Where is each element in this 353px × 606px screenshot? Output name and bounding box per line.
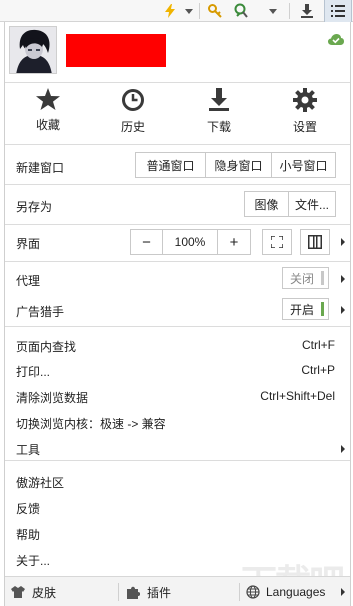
switch-kernel-item[interactable]: 切换浏览内核：极速 -> 兼容	[16, 415, 166, 432]
ad-killer-state: 开启	[289, 302, 314, 317]
globe-icon	[246, 585, 260, 599]
tools-item[interactable]: 工具	[16, 441, 40, 458]
toggle-indicator	[321, 302, 324, 316]
plugins-button[interactable]: 插件	[127, 577, 171, 606]
bottom-bar: 皮肤 插件 Languages	[5, 576, 350, 606]
find-shortcut: Ctrl+F	[302, 338, 335, 352]
zoom-out-button[interactable]: −	[131, 230, 163, 254]
downloads-button[interactable]: 下载	[191, 88, 247, 138]
community-item[interactable]: 傲游社区	[16, 474, 64, 491]
print-item[interactable]: 打印...	[16, 363, 50, 380]
magnifier-icon[interactable]	[230, 0, 252, 22]
toggle-indicator	[321, 271, 324, 285]
skin-label: 皮肤	[32, 585, 57, 600]
save-image-button[interactable]: 图像	[245, 192, 289, 216]
divider	[5, 144, 350, 145]
normal-window-button[interactable]: 普通窗口	[136, 153, 206, 177]
toolbar-divider	[199, 3, 200, 19]
chevron-right-icon[interactable]	[341, 275, 345, 283]
settings-button[interactable]: 设置	[277, 88, 333, 138]
settings-label: 设置	[292, 120, 317, 134]
alt-account-window-button[interactable]: 小号窗口	[272, 153, 335, 177]
feedback-item[interactable]: 反馈	[16, 500, 40, 517]
divider	[5, 82, 350, 83]
proxy-toggle[interactable]: 关闭	[282, 267, 329, 289]
puzzle-icon	[127, 586, 140, 599]
save-as-label: 另存为	[16, 200, 53, 214]
save-file-button[interactable]: 文件...	[289, 192, 335, 216]
ad-killer-label: 广告猎手	[16, 305, 65, 319]
skin-button[interactable]: 皮肤	[11, 577, 56, 606]
chevron-right-icon[interactable]	[341, 238, 345, 246]
fullscreen-icon	[271, 236, 283, 248]
profile-header	[5, 22, 350, 82]
dropdown-arrow-icon[interactable]	[182, 0, 196, 22]
divider	[5, 261, 350, 262]
chevron-right-icon[interactable]	[341, 588, 345, 596]
clear-data-item[interactable]: 清除浏览数据	[16, 389, 88, 406]
split-layout-icon	[308, 235, 322, 249]
bottom-divider	[118, 583, 119, 601]
plugins-label: 插件	[147, 585, 172, 600]
bookmarks-label: 收藏	[35, 118, 60, 132]
layout-button[interactable]	[300, 229, 330, 255]
main-menu-panel: 收藏 历史 下载 设置 新建窗口 普通窗口 隐身窗口 小号窗口 另存为 图像 文…	[4, 22, 351, 606]
bookmarks-button[interactable]: 收藏	[20, 88, 76, 138]
divider	[5, 184, 350, 185]
new-window-options: 普通窗口 隐身窗口 小号窗口	[135, 152, 336, 178]
zoom-control: − 100% +	[130, 229, 251, 255]
download-icon	[209, 88, 229, 111]
zoom-level: 100%	[163, 230, 218, 254]
divider	[5, 460, 350, 461]
clear-data-shortcut: Ctrl+Shift+Del	[260, 389, 335, 403]
zoom-in-button[interactable]: +	[218, 230, 250, 254]
proxy-state: 关闭	[289, 271, 314, 286]
save-as-options: 图像 文件...	[244, 191, 336, 217]
print-shortcut: Ctrl+P	[301, 363, 335, 377]
history-label: 历史	[120, 120, 145, 134]
star-icon	[36, 88, 60, 110]
lightning-icon[interactable]	[160, 0, 180, 22]
shirt-icon	[11, 586, 25, 598]
toolbar-divider	[289, 3, 290, 19]
downloads-label: 下载	[206, 120, 231, 134]
about-item[interactable]: 关于...	[16, 552, 50, 569]
divider	[5, 326, 350, 327]
chevron-right-icon[interactable]	[341, 306, 345, 314]
chevron-right-icon[interactable]	[341, 445, 345, 453]
gear-icon	[293, 88, 317, 112]
bottom-divider	[239, 583, 240, 601]
cloud-check-icon[interactable]	[328, 34, 344, 48]
ad-killer-toggle[interactable]: 开启	[282, 298, 329, 320]
dropdown-arrow-icon[interactable]	[266, 0, 280, 22]
key-icon[interactable]	[205, 0, 225, 22]
username-redacted[interactable]	[66, 34, 166, 67]
avatar[interactable]	[9, 26, 57, 74]
new-window-label: 新建窗口	[16, 161, 65, 175]
clock-icon	[122, 89, 144, 111]
menu-icon[interactable]	[324, 0, 352, 22]
browser-toolbar	[0, 0, 353, 22]
history-button[interactable]: 历史	[105, 88, 161, 138]
incognito-window-button[interactable]: 隐身窗口	[206, 153, 272, 177]
fullscreen-button[interactable]	[262, 229, 292, 255]
divider	[5, 224, 350, 225]
help-item[interactable]: 帮助	[16, 526, 40, 543]
proxy-label: 代理	[16, 274, 41, 288]
languages-button[interactable]: Languages	[246, 577, 325, 606]
interface-label: 界面	[16, 237, 41, 251]
languages-label: Languages	[266, 585, 326, 599]
find-in-page-item[interactable]: 页面内查找	[16, 338, 76, 355]
download-icon[interactable]	[296, 0, 318, 22]
